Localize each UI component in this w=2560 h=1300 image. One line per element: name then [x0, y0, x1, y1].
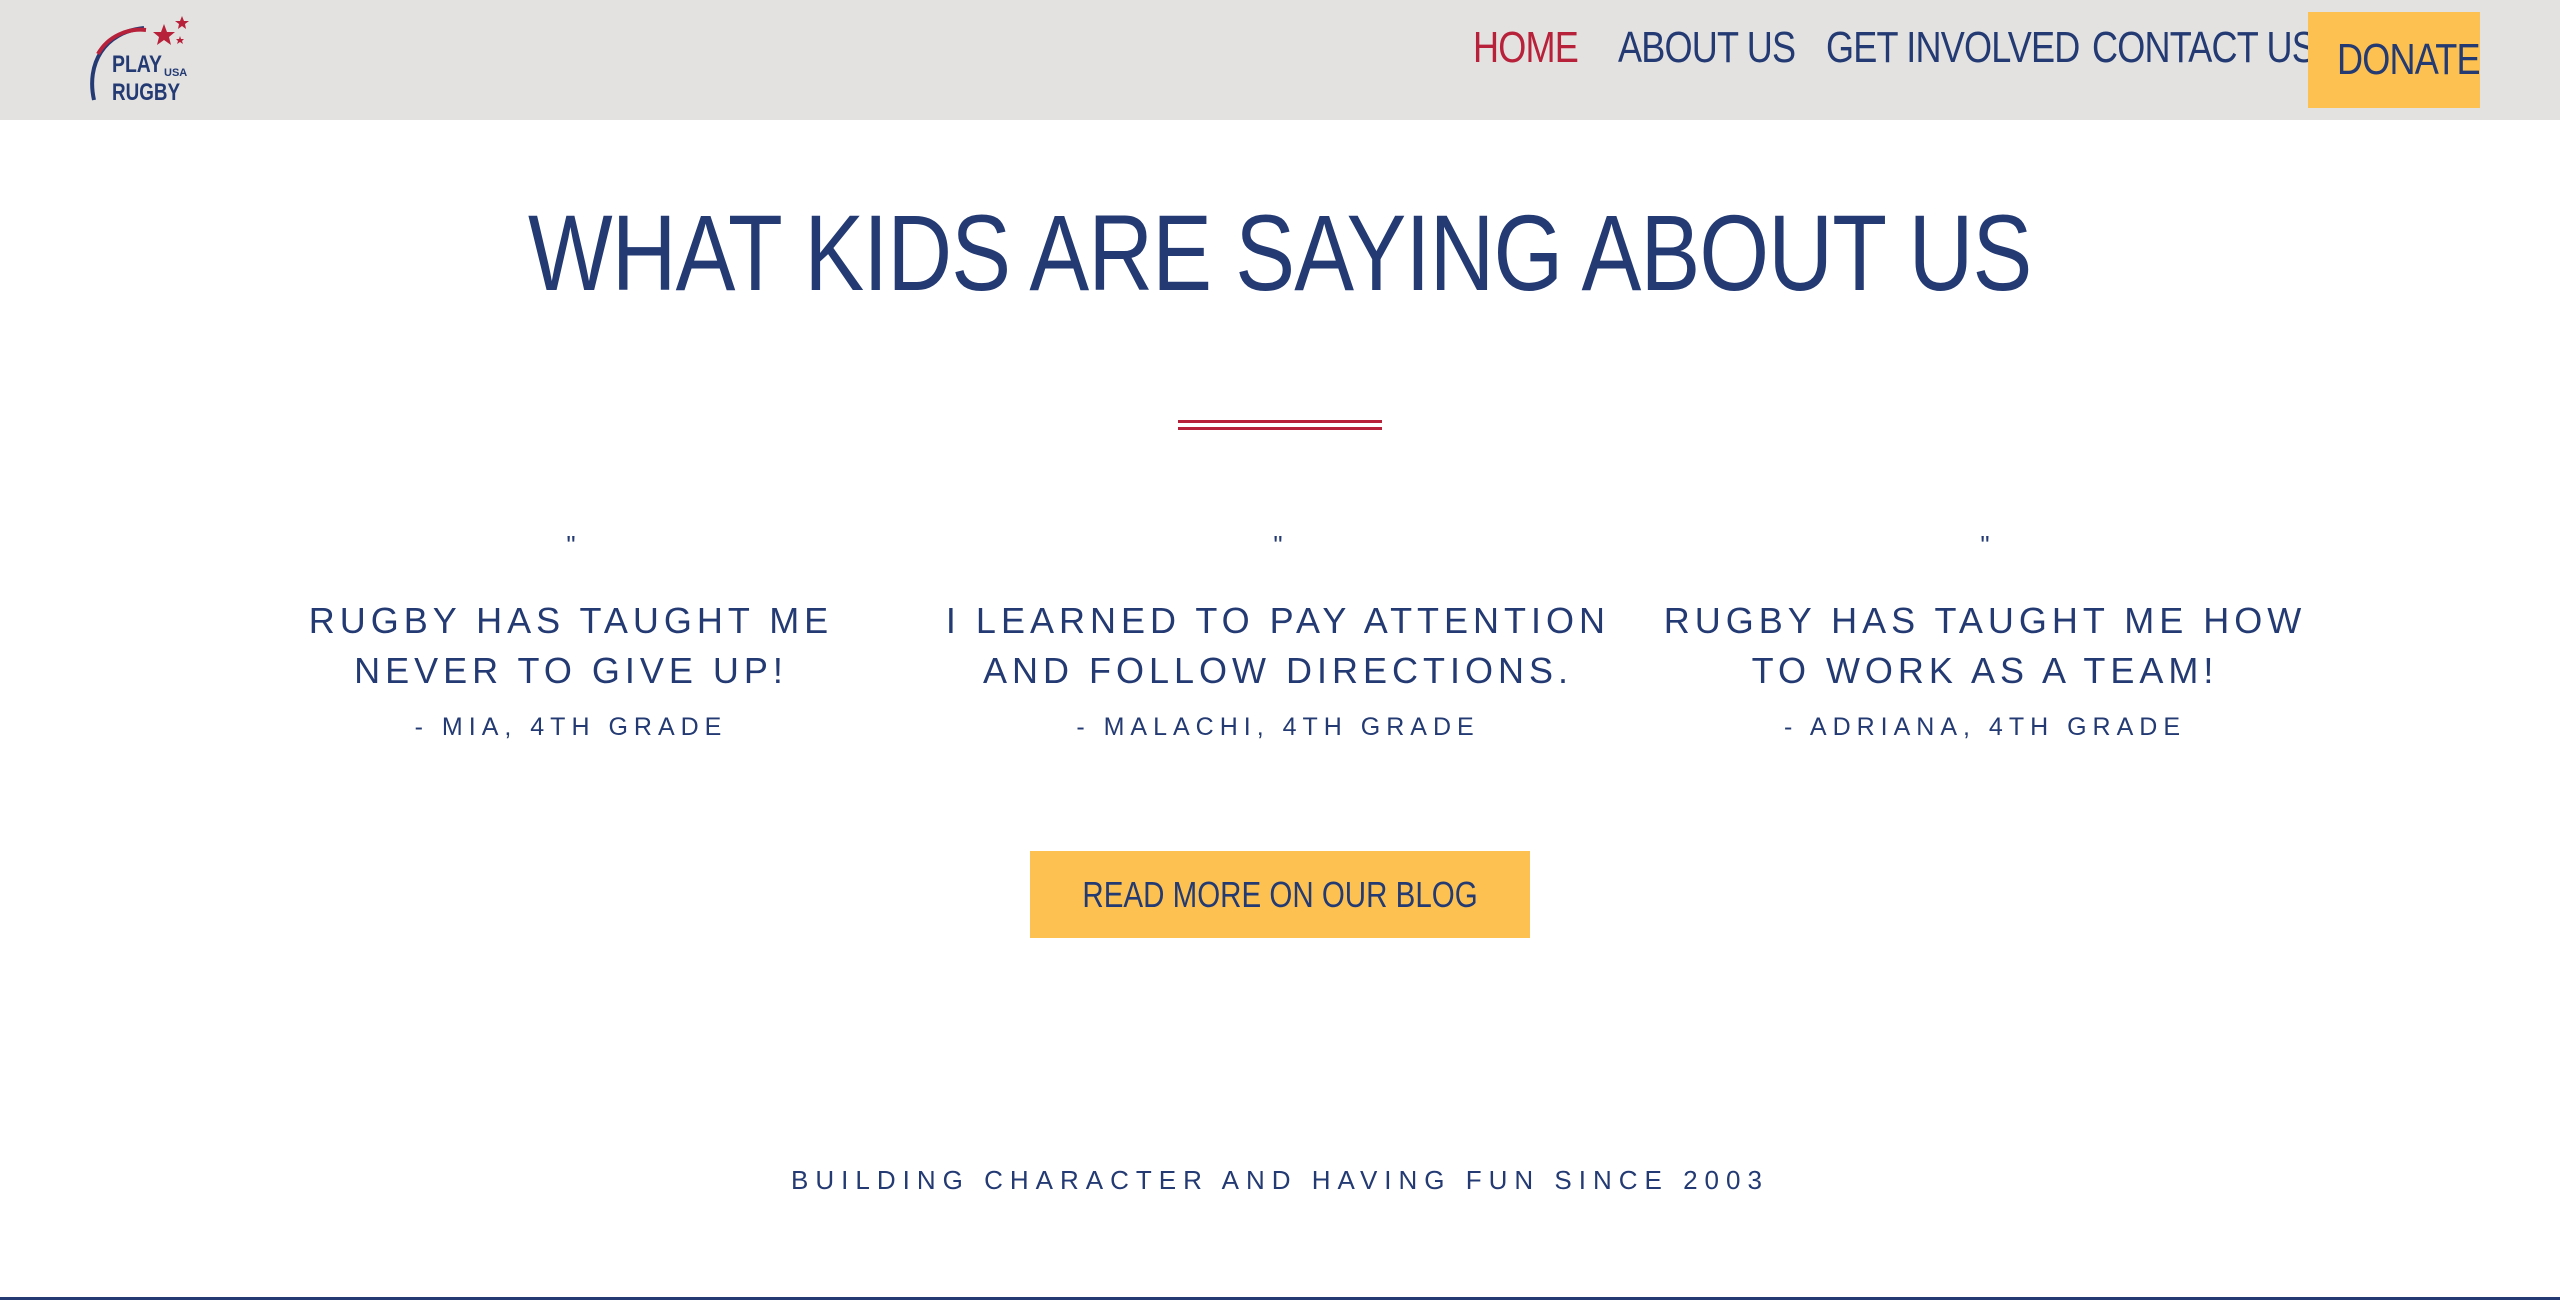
donate-button-label: DONATE: [2337, 35, 2481, 84]
nav-get-involved[interactable]: GET INVOLVED: [1826, 0, 2080, 96]
donate-button[interactable]: DONATE: [2308, 12, 2481, 108]
title-divider: [1178, 420, 1382, 430]
tagline: BUILDING CHARACTER AND HAVING FUN SINCE …: [791, 1165, 1769, 1195]
logo-text-usa: USA: [164, 67, 187, 79]
nav-contact-us[interactable]: CONTACT US: [2092, 0, 2316, 96]
read-blog-button-label: READ MORE ON OUR BLOG: [1082, 874, 1478, 915]
section-title: WHAT KIDS ARE SAYING ABOUT US: [0, 188, 2560, 318]
quote-icon: ": [566, 530, 576, 560]
site-header: PLAY USA RUGBY HOME ABOUT US GET INVOLVE…: [0, 0, 2560, 120]
testimonial-quote: I LEARNED TO PAY ATTENTION AND FOLLOW DI…: [945, 600, 1611, 691]
play-rugby-usa-logo[interactable]: PLAY USA RUGBY: [84, 14, 194, 106]
quote-icon: ": [1980, 530, 1990, 560]
testimonial-card: " RUGBY HAS TAUGHT ME NEVER TO GIVE UP! …: [231, 530, 911, 744]
testimonial-card: " RUGBY HAS TAUGHT ME HOW TO WORK AS A T…: [1645, 530, 2325, 744]
testimonial-card: " I LEARNED TO PAY ATTENTION AND FOLLOW …: [938, 530, 1618, 744]
quote-icon: ": [1273, 530, 1283, 560]
logo-text-rugby: RUGBY: [112, 79, 180, 106]
section-title-text: WHAT KIDS ARE SAYING ABOUT US: [528, 192, 2032, 313]
testimonial-quote: RUGBY HAS TAUGHT ME HOW TO WORK AS A TEA…: [1663, 600, 2307, 691]
testimonial-author: - MIA, 4TH GRADE: [414, 713, 728, 741]
logo-text-play: PLAY: [112, 51, 162, 78]
testimonial-author: - ADRIANA, 4TH GRADE: [1784, 713, 2186, 741]
testimonial-quote: RUGBY HAS TAUGHT ME NEVER TO GIVE UP!: [308, 600, 834, 691]
nav-home[interactable]: HOME: [1473, 0, 1579, 96]
read-blog-button[interactable]: READ MORE ON OUR BLOG: [1030, 851, 1530, 938]
testimonial-author: - MALACHI, 4TH GRADE: [1076, 713, 1480, 741]
nav-about-us[interactable]: ABOUT US: [1618, 0, 1796, 96]
